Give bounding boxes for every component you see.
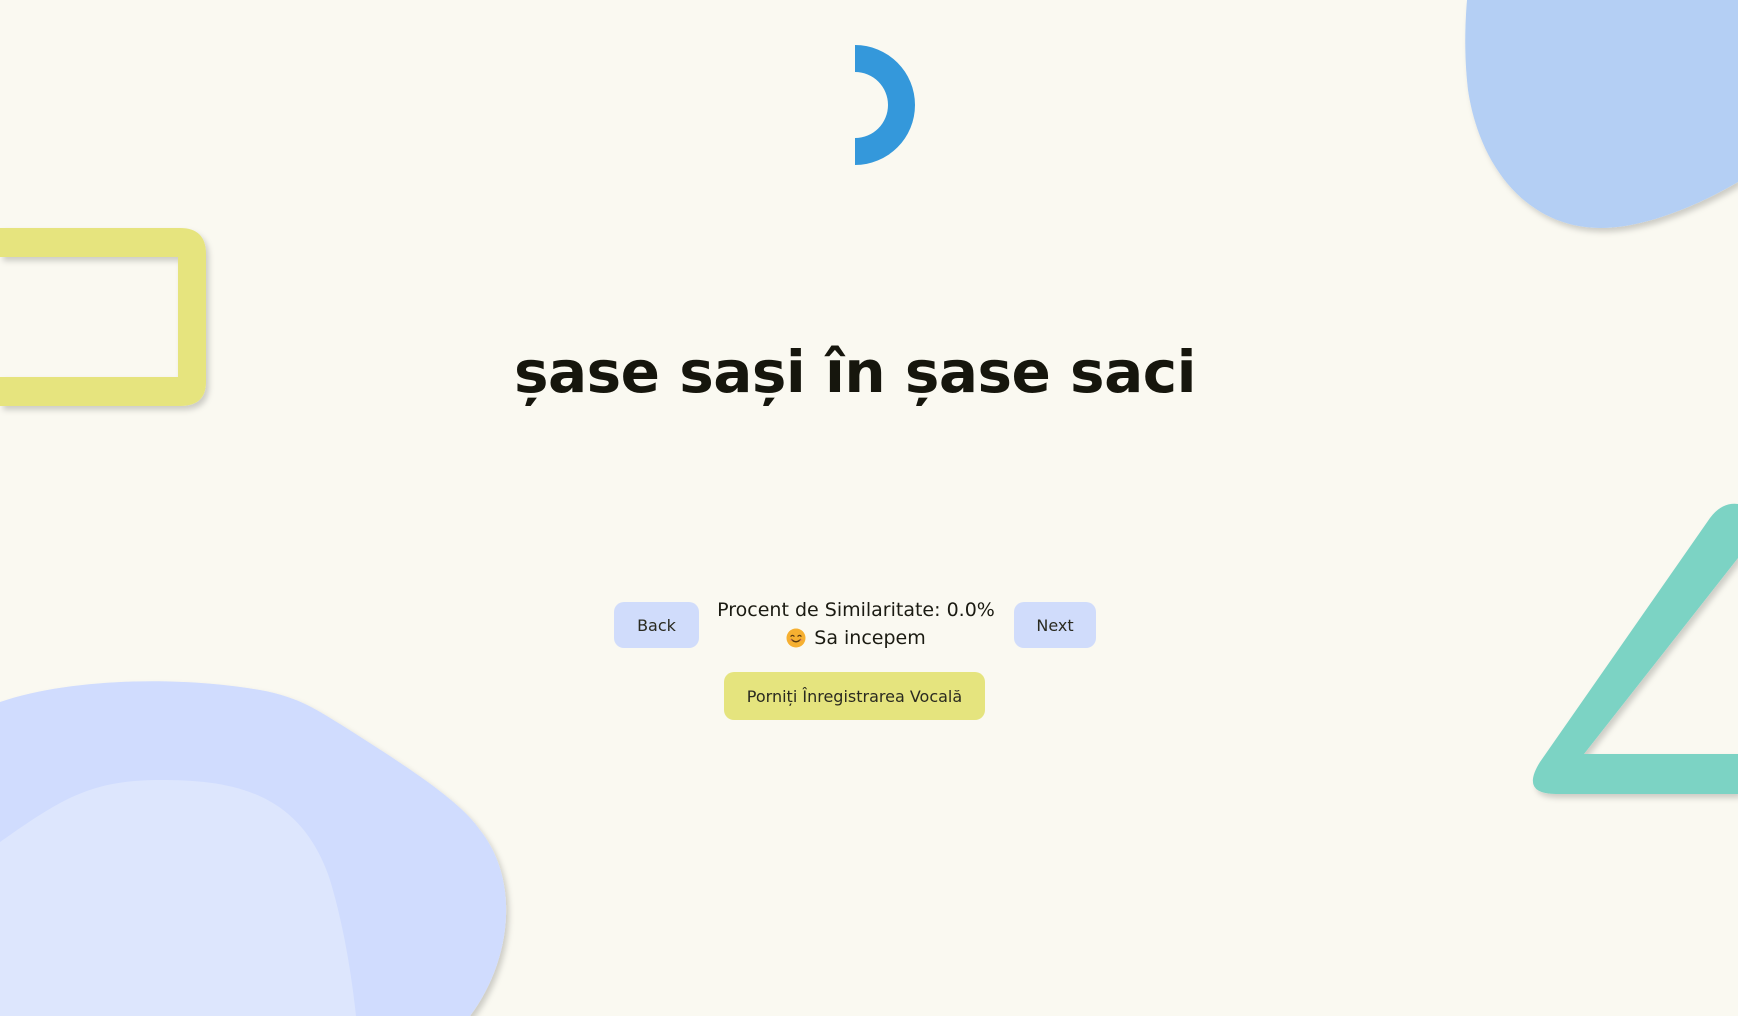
next-button[interactable]: Next bbox=[1014, 602, 1096, 648]
mood-line: Sa incepem bbox=[710, 624, 1002, 652]
start-voice-recording-button[interactable]: Porniți Înregistrarea Vocală bbox=[724, 672, 985, 720]
mood-text: Sa incepem bbox=[814, 627, 926, 649]
right-teal-triangle-shape bbox=[1532, 503, 1738, 794]
top-right-blob-shape bbox=[1465, 0, 1738, 228]
back-button[interactable]: Back bbox=[614, 602, 699, 648]
half-ring-logo-icon bbox=[855, 45, 915, 165]
similarity-percent-text: Procent de Similaritate: 0.0% bbox=[717, 599, 995, 621]
similarity-status: Procent de Similaritate: 0.0% Sa incepem bbox=[710, 596, 1002, 652]
smiling-face-emoji-icon bbox=[786, 628, 806, 648]
practice-phrase: șase sași în șase saci bbox=[514, 338, 1196, 406]
